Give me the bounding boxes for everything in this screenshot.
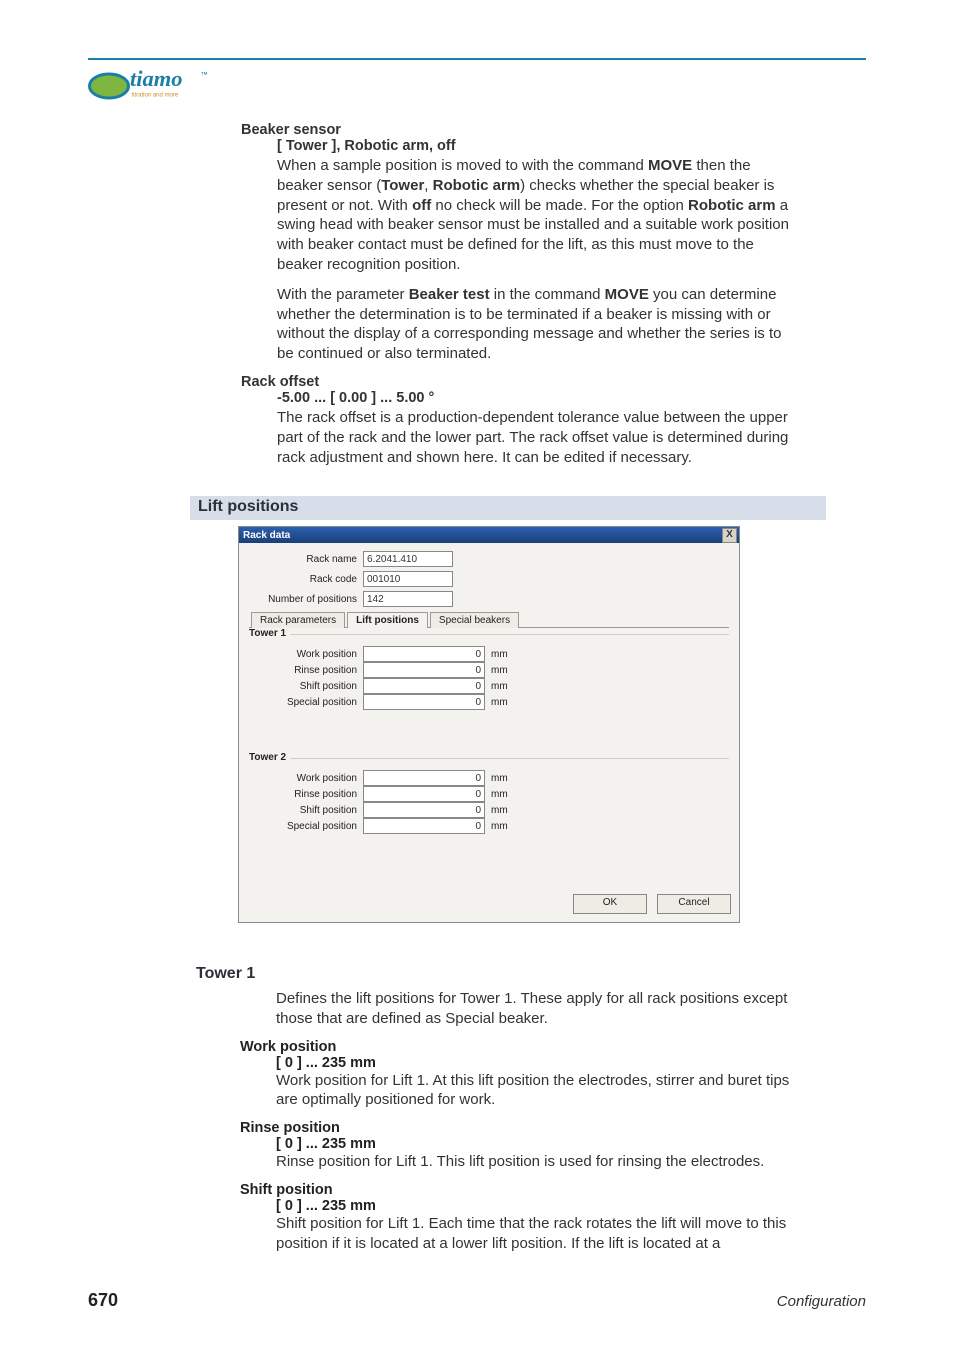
dialog-button-row: OK Cancel — [239, 888, 739, 922]
numpos-label: Number of positions — [249, 594, 363, 605]
t2-rinse-unit: mm — [491, 789, 508, 800]
logo-tagline: titration and more — [132, 93, 179, 99]
t1-special-input[interactable] — [363, 694, 485, 710]
rack-data-dialog: Rack data X Rack name Rack code Number o… — [238, 526, 740, 923]
t1-shift-input[interactable] — [363, 678, 485, 694]
svg-text:™: ™ — [201, 70, 209, 79]
page-footer: 670 Configuration — [88, 1290, 866, 1311]
work-position-range: [ 0 ] ... 235 mm — [276, 1055, 796, 1071]
t1-rinse-input[interactable] — [363, 662, 485, 678]
tab-rack-parameters[interactable]: Rack parameters — [251, 612, 345, 628]
tower1-heading: Tower 1 — [196, 965, 796, 983]
dialog-title-text: Rack data — [243, 530, 290, 541]
shift-position-text: Shift position for Lift 1. Each time tha… — [276, 1214, 796, 1254]
t1-shift-label: Shift position — [249, 681, 363, 692]
tab-lift-positions[interactable]: Lift positions — [347, 612, 428, 628]
tower1-section: Tower 1 Defines the lift positions for T… — [196, 965, 796, 1264]
logo-brand-text: tiamo — [130, 66, 183, 91]
t2-shift-unit: mm — [491, 805, 508, 816]
rackcode-input[interactable] — [363, 571, 453, 587]
t2-rinse-input[interactable] — [363, 786, 485, 802]
rinse-position-range: [ 0 ] ... 235 mm — [276, 1136, 796, 1152]
rackoffset-heading: Rack offset — [241, 374, 797, 390]
rackname-input[interactable] — [363, 551, 453, 567]
t2-work-unit: mm — [491, 773, 508, 784]
footer-section: Configuration — [777, 1293, 866, 1310]
t2-special-input[interactable] — [363, 818, 485, 834]
rackoffset-para: The rack offset is a production-dependen… — [277, 408, 797, 467]
t2-special-unit: mm — [491, 821, 508, 832]
shift-position-label: Shift position — [240, 1182, 796, 1198]
beaker-p2: With the parameter Beaker test in the co… — [277, 285, 797, 364]
t1-shift-unit: mm — [491, 681, 508, 692]
page: tiamo ™ titration and more Beaker sensor… — [0, 0, 954, 1351]
beaker-sensor-heading: Beaker sensor — [241, 122, 797, 138]
rackname-label: Rack name — [249, 554, 363, 565]
t1-rinse-label: Rinse position — [249, 665, 363, 676]
work-position-label: Work position — [240, 1039, 796, 1055]
tower1-intro: Defines the lift positions for Tower 1. … — [276, 989, 796, 1029]
rinse-position-text: Rinse position for Lift 1. This lift pos… — [276, 1152, 796, 1172]
logo: tiamo ™ titration and more — [88, 62, 238, 110]
rinse-position-label: Rinse position — [240, 1120, 796, 1136]
t1-rinse-unit: mm — [491, 665, 508, 676]
t2-shift-input[interactable] — [363, 802, 485, 818]
rackcode-label: Rack code — [249, 574, 363, 585]
tower2-group: Tower 2 Work positionmm Rinse positionmm… — [249, 758, 729, 834]
work-position-text: Work position for Lift 1. At this lift p… — [276, 1071, 796, 1111]
header-rule — [88, 58, 866, 60]
content-column: Beaker sensor [ Tower ], Robotic arm, of… — [241, 118, 797, 477]
t2-rinse-label: Rinse position — [249, 789, 363, 800]
beaker-p1: When a sample position is moved to with … — [277, 156, 797, 275]
t1-special-unit: mm — [491, 697, 508, 708]
dialog-titlebar: Rack data X — [239, 527, 739, 543]
ok-button[interactable]: OK — [573, 894, 647, 914]
t1-special-label: Special position — [249, 697, 363, 708]
rackoffset-range: -5.00 ... [ 0.00 ] ... 5.00 ° — [277, 390, 797, 406]
tower2-title: Tower 2 — [249, 752, 290, 763]
t2-work-label: Work position — [249, 773, 363, 784]
shift-position-range: [ 0 ] ... 235 mm — [276, 1198, 796, 1214]
dialog-tabs: Rack parameters Lift positions Special b… — [249, 611, 729, 628]
t1-work-unit: mm — [491, 649, 508, 660]
beaker-sensor-range: [ Tower ], Robotic arm, off — [277, 138, 797, 154]
dialog-body: Rack name Rack code Number of positions … — [239, 543, 739, 888]
t1-work-input[interactable] — [363, 646, 485, 662]
section-lift-positions: Lift positions — [190, 496, 826, 520]
t2-shift-label: Shift position — [249, 805, 363, 816]
tab-special-beakers[interactable]: Special beakers — [430, 612, 519, 628]
t1-work-label: Work position — [249, 649, 363, 660]
cancel-button[interactable]: Cancel — [657, 894, 731, 914]
tower1-title: Tower 1 — [249, 628, 290, 639]
t2-special-label: Special position — [249, 821, 363, 832]
numpos-input[interactable] — [363, 591, 453, 607]
close-icon[interactable]: X — [722, 528, 737, 543]
tower1-group: Tower 1 Work positionmm Rinse positionmm… — [249, 634, 729, 710]
page-number: 670 — [88, 1290, 118, 1311]
t2-work-input[interactable] — [363, 770, 485, 786]
